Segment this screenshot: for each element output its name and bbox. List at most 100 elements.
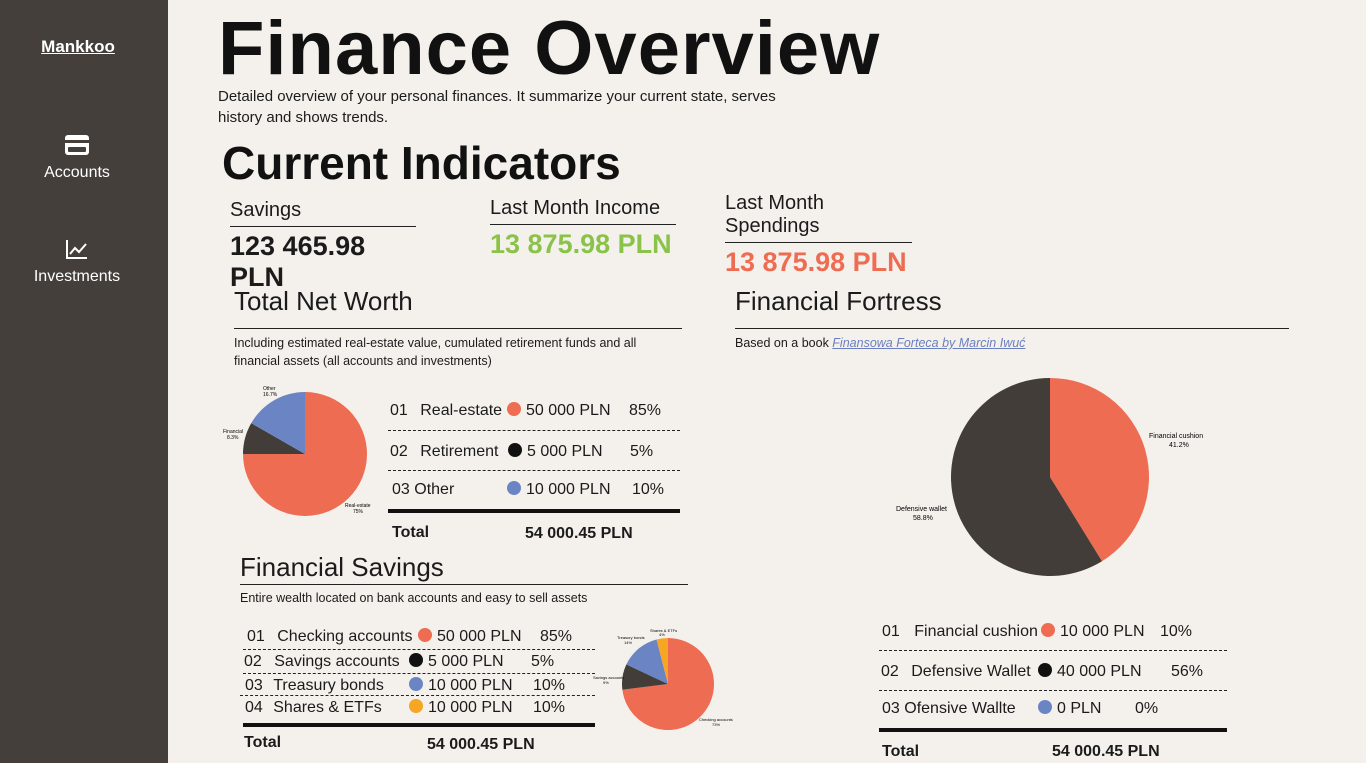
row-num: 04	[245, 699, 263, 716]
indicator-income: Last Month Income 13 875.98 PLN	[490, 197, 676, 260]
row-num: 02	[244, 653, 262, 670]
legend-dot	[507, 402, 521, 416]
row-name: Real-estate	[420, 402, 503, 419]
book-link[interactable]: Finansowa Forteca by Marcin Iwuć	[832, 336, 1025, 350]
legend-dot	[1041, 623, 1055, 637]
total-value: 54 000.45 PLN	[427, 736, 535, 753]
total-divider	[388, 509, 680, 513]
row-amount: 10 000 PLN	[526, 481, 611, 498]
indicator-savings: Savings 123 465.98 PLN	[230, 199, 416, 293]
table-row: 04 Shares & ETFs 10 000 PLN 10%	[245, 699, 565, 717]
pie-label: 8.3%	[227, 435, 239, 441]
fortress-subtitle: Based on a book Finansowa Forteca by Mar…	[735, 334, 1295, 352]
row-num: 01	[247, 628, 265, 645]
row-pct: 5%	[531, 653, 555, 670]
row-amount: 0 PLN	[1057, 700, 1102, 717]
pie-label: 16.7%	[263, 392, 278, 398]
savings-pie: Shares & ETFs 4% Treasury bonds 14% Savi…	[593, 628, 733, 730]
row-amount: 10 000 PLN	[428, 677, 513, 694]
indicator-label: Last Month Spendings	[725, 192, 912, 243]
savings-subtitle: Entire wealth located on bank accounts a…	[240, 591, 588, 605]
row-num: 01	[882, 623, 900, 640]
credit-card-icon	[65, 135, 89, 155]
legend-dot	[409, 677, 423, 691]
row-pct: 85%	[540, 628, 573, 645]
row-num: 03	[392, 481, 410, 498]
row-name: Defensive Wallet	[911, 663, 1031, 680]
total-value: 54 000.45 PLN	[1052, 743, 1160, 760]
row-pct: 85%	[629, 402, 662, 419]
row-amount: 10 000 PLN	[428, 699, 513, 716]
table-row: 03 Ofensive Wallte 0 PLN 0%	[882, 700, 1158, 718]
row-amount: 40 000 PLN	[1057, 663, 1142, 680]
indicators-title: Current Indicators	[222, 137, 621, 189]
table-row: 01 Financial cushion 10 000 PLN 10%	[882, 623, 1192, 641]
divider	[735, 328, 1289, 329]
row-num: 03	[245, 677, 263, 694]
row-num: 02	[881, 663, 899, 680]
indicator-label: Last Month Income	[490, 197, 676, 225]
row-pct: 5%	[630, 443, 654, 460]
legend-dot	[409, 653, 423, 667]
legend-dot	[1038, 663, 1052, 677]
pie-label: 4%	[659, 632, 665, 637]
row-pct: 10%	[1160, 623, 1193, 640]
indicator-value: 13 875.98 PLN	[490, 229, 672, 259]
sidebar-item-investments[interactable]: Investments	[0, 238, 154, 286]
divider	[388, 430, 680, 431]
sidebar-item-label: Accounts	[44, 164, 110, 181]
divider	[879, 690, 1227, 691]
pie-label: Defensive wallet	[896, 506, 947, 513]
pie-label: 41.2%	[1169, 442, 1189, 449]
pie-label: 9%	[603, 680, 609, 685]
net-worth-subtitle: Including estimated real-estate value, c…	[234, 336, 637, 368]
row-amount: 50 000 PLN	[526, 402, 611, 419]
row-num: 02	[390, 443, 408, 460]
legend-dot	[409, 699, 423, 713]
table-row: 03 Other 10 000 PLN 10%	[392, 481, 664, 499]
row-name: Ofensive Wallte	[904, 700, 1016, 717]
legend-dot	[418, 628, 432, 642]
pie-label: 14%	[624, 640, 632, 645]
indicator-value: 123 465.98 PLN	[230, 231, 366, 292]
sidebar: Mankkoo Accounts Investments	[0, 0, 168, 763]
pie-label: 75%	[353, 509, 364, 515]
total-label: Total	[244, 734, 282, 751]
row-pct: 0%	[1135, 700, 1159, 717]
row-name: Savings accounts	[274, 653, 400, 670]
sidebar-item-label: Investments	[33, 268, 121, 285]
sidebar-item-accounts[interactable]: Accounts	[0, 134, 154, 182]
row-name: Shares & ETFs	[273, 699, 382, 716]
fortress-pie: Financial cushion 41.2% Defensive wallet…	[896, 378, 1203, 576]
row-num: 03	[882, 700, 900, 717]
row-name: Financial cushion	[914, 623, 1038, 640]
row-name: Checking accounts	[277, 628, 413, 645]
table-row: 01 Real-estate 50 000 PLN 85%	[390, 402, 661, 420]
indicator-value: 13 875.98 PLN	[725, 247, 907, 277]
row-name: Retirement	[420, 443, 499, 460]
pie-slices	[243, 392, 367, 516]
pie-slices	[951, 378, 1149, 576]
total-label: Total	[882, 743, 920, 760]
row-pct: 56%	[1171, 663, 1204, 680]
divider	[388, 470, 680, 471]
legend-dot	[508, 443, 522, 457]
row-amount: 50 000 PLN	[437, 628, 522, 645]
row-name: Treasury bonds	[273, 677, 384, 694]
row-amount: 10 000 PLN	[1060, 623, 1145, 640]
table-row: 02 Savings accounts 5 000 PLN 5%	[244, 653, 554, 671]
row-pct: 10%	[632, 481, 665, 498]
pie-label: 58.8%	[913, 515, 933, 522]
table-row: 03 Treasury bonds 10 000 PLN 10%	[245, 677, 565, 695]
pie-label: Financial cushion	[1149, 433, 1203, 440]
chart-line-icon	[66, 240, 87, 259]
total-divider	[879, 728, 1227, 732]
divider	[243, 673, 595, 674]
fortress-title: Financial Fortress	[735, 286, 942, 316]
brand-link[interactable]: Mankkoo	[0, 37, 156, 57]
savings-title: Financial Savings	[240, 552, 444, 582]
divider	[240, 584, 688, 585]
divider	[243, 649, 595, 650]
total-value: 54 000.45 PLN	[525, 525, 633, 542]
indicator-label: Savings	[230, 199, 416, 227]
